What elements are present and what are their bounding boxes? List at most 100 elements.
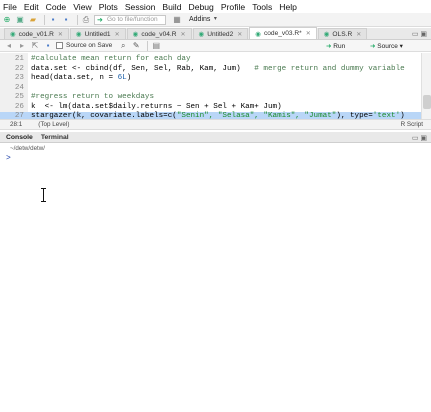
save-all-icon[interactable]: ▪ (61, 15, 71, 24)
goto-placeholder: Go to file/function (107, 16, 158, 23)
save-icon[interactable]: ▪ (48, 15, 58, 24)
toolbar-divider (44, 14, 45, 25)
tab-editor-file[interactable]: ◉ code_v03.R* ✕ (249, 27, 317, 39)
tab-editor-file[interactable]: ◉ Untitled1 ✕ (69, 28, 126, 39)
back-arrow-icon[interactable]: ◂ (4, 41, 14, 50)
show-in-window-icon[interactable]: ⇱ (30, 41, 40, 50)
code-text: #regress return to weekdays (31, 93, 154, 103)
console-tab-bar: Console Terminal (0, 132, 431, 143)
close-icon[interactable]: ✕ (58, 31, 63, 38)
source-on-save-checkbox[interactable] (56, 42, 63, 49)
tab-console[interactable]: Console (6, 134, 33, 141)
new-project-icon[interactable]: ▣ (15, 15, 25, 24)
code-token: data.set <- cbind(df, Sen, Sel, Rab, Kam… (31, 64, 255, 73)
compile-report-icon[interactable]: ▤ (151, 41, 161, 50)
code-token: # merge return and dummy variable (254, 64, 405, 73)
source-label: Source (377, 43, 398, 50)
scope-level[interactable]: (Top Level) (38, 121, 69, 128)
menu-item-build[interactable]: Build (162, 2, 181, 12)
tab-terminal[interactable]: Terminal (41, 134, 69, 141)
code-editor[interactable]: 21 #calculate mean return for each day 22 d… (0, 53, 431, 122)
tab-editor-file[interactable]: ◉ Untitled2 ✕ (192, 28, 249, 39)
forward-arrow-icon[interactable]: ▸ (17, 41, 27, 50)
close-icon[interactable]: ✕ (237, 31, 242, 38)
addins-menu[interactable]: Addins (189, 16, 210, 23)
editor-status-bar: 28:1 (Top Level) R Script (0, 119, 431, 130)
search-icon[interactable]: ⌕ (118, 41, 128, 50)
code-line[interactable]: 22 data.set <- cbind(df, Sen, Sel, Rab, K… (0, 65, 421, 75)
source-button[interactable]: ➜ Source ▾ (370, 42, 403, 50)
menu-item-tools[interactable]: Tools (252, 2, 272, 12)
open-file-icon[interactable]: ▰ (28, 15, 38, 24)
new-file-icon[interactable]: ⊕ (2, 15, 12, 24)
source-arrow-icon: ➜ (370, 43, 376, 50)
code-line[interactable]: 21 #calculate mean return for each day (0, 55, 421, 65)
tab-editor-file[interactable]: ◉ code_v04.R ✕ (126, 28, 192, 39)
line-number: 24 (14, 83, 24, 92)
code-token: head(data.set, n = (31, 74, 118, 82)
run-button[interactable]: ➜ Run (326, 42, 345, 50)
run-label: Run (333, 43, 346, 50)
close-icon[interactable]: ✕ (306, 30, 311, 37)
save-icon[interactable]: ▪ (43, 41, 53, 50)
code-text: data.set <- cbind(df, Sen, Sel, Rab, Kam… (31, 65, 405, 75)
tab-label: code_v01.R (18, 30, 54, 38)
menu-item-code[interactable]: Code (46, 2, 67, 12)
print-icon[interactable]: ⎙ (81, 15, 91, 24)
r-file-icon: ◉ (198, 31, 205, 38)
toolbar-divider (147, 40, 149, 51)
menu-item-help[interactable]: Help (279, 2, 297, 12)
editor-tab-bar: ◉ code_v01.R ✕ ◉ Untitled1 ✕ ◉ code_v04.R ✕ ◉ Unti… (0, 27, 431, 40)
tab-label: Untitled2 (207, 30, 234, 38)
r-file-icon: ◉ (255, 30, 261, 38)
tab-editor-file[interactable]: ◉ OLS.R ✕ (317, 28, 368, 39)
r-file-icon: ◉ (132, 31, 139, 38)
goto-file-input[interactable]: ➜ Go to file/function (94, 14, 166, 25)
tab-label: Untitled1 (84, 30, 111, 38)
console-pane-controls[interactable]: ▭ ▣ (412, 134, 427, 142)
pane-controls[interactable]: ▭ ▣ (412, 30, 427, 38)
goto-arrow-icon: ➜ (97, 16, 103, 24)
file-type[interactable]: R Script (401, 121, 423, 128)
console-prompt[interactable]: > (6, 154, 11, 163)
tab-editor-file[interactable]: ◉ code_v01.R ✕ (4, 28, 69, 39)
close-icon[interactable]: ✕ (115, 31, 120, 38)
working-directory: ~/detw/detw/ (10, 145, 45, 152)
menu-item-file[interactable]: File (3, 2, 17, 12)
menu-item-debug[interactable]: Debug (189, 2, 214, 12)
menu-item-edit[interactable]: Edit (24, 2, 39, 12)
code-text: #calculate mean return for each day (31, 55, 191, 65)
r-file-icon: ◉ (323, 31, 330, 38)
code-token: 6L (117, 74, 127, 82)
code-text: k <- lm(data.set$daily.returns ~ Sen + S… (31, 103, 282, 113)
code-line[interactable]: 26 k <- lm(data.set$daily.returns ~ Sen +… (0, 103, 421, 113)
tab-label: code_v04.R (141, 30, 177, 38)
editor-scrollbar[interactable] (421, 53, 431, 119)
tab-label: OLS.R (332, 30, 353, 38)
menu-item-session[interactable]: Session (125, 2, 156, 12)
menu-item-view[interactable]: View (73, 2, 91, 12)
menu-item-plots[interactable]: Plots (99, 2, 118, 12)
line-number: 21 (14, 55, 24, 63)
menu-bar: File Edit Code View Plots Session Build Debug Pr… (0, 0, 431, 13)
menu-item-profile[interactable]: Profile (221, 2, 245, 12)
r-file-icon: ◉ (10, 31, 16, 38)
grid-layout-icon[interactable]: ▦ (172, 15, 182, 24)
run-arrow-icon: ➜ (326, 43, 332, 50)
code-line[interactable]: 25 #regress return to weekdays (0, 93, 421, 103)
source-on-save-label: Source on Save (66, 42, 113, 49)
r-file-icon: ◉ (75, 31, 82, 38)
scrollbar-thumb[interactable] (423, 95, 431, 109)
cursor-position: 28:1 (10, 121, 23, 128)
code-line[interactable]: 23 head(data.set, n = 6L) (0, 74, 421, 84)
close-icon[interactable]: ✕ (356, 31, 361, 38)
code-line[interactable]: 24 (0, 84, 421, 94)
main-toolbar: ⊕ ▣ ▰ ▪ ▪ ⎙ ➜ Go to file/function ▦ Addi… (0, 13, 431, 27)
code-tools-icon[interactable]: ✎ (131, 41, 141, 50)
code-text: head(data.set, n = 6L) (31, 74, 131, 84)
text-cursor-icon (41, 188, 47, 202)
line-number: 26 (14, 102, 24, 111)
close-icon[interactable]: ✕ (181, 31, 186, 38)
code-token: #regress return to weekdays (31, 93, 155, 101)
line-number: 23 (14, 74, 24, 82)
